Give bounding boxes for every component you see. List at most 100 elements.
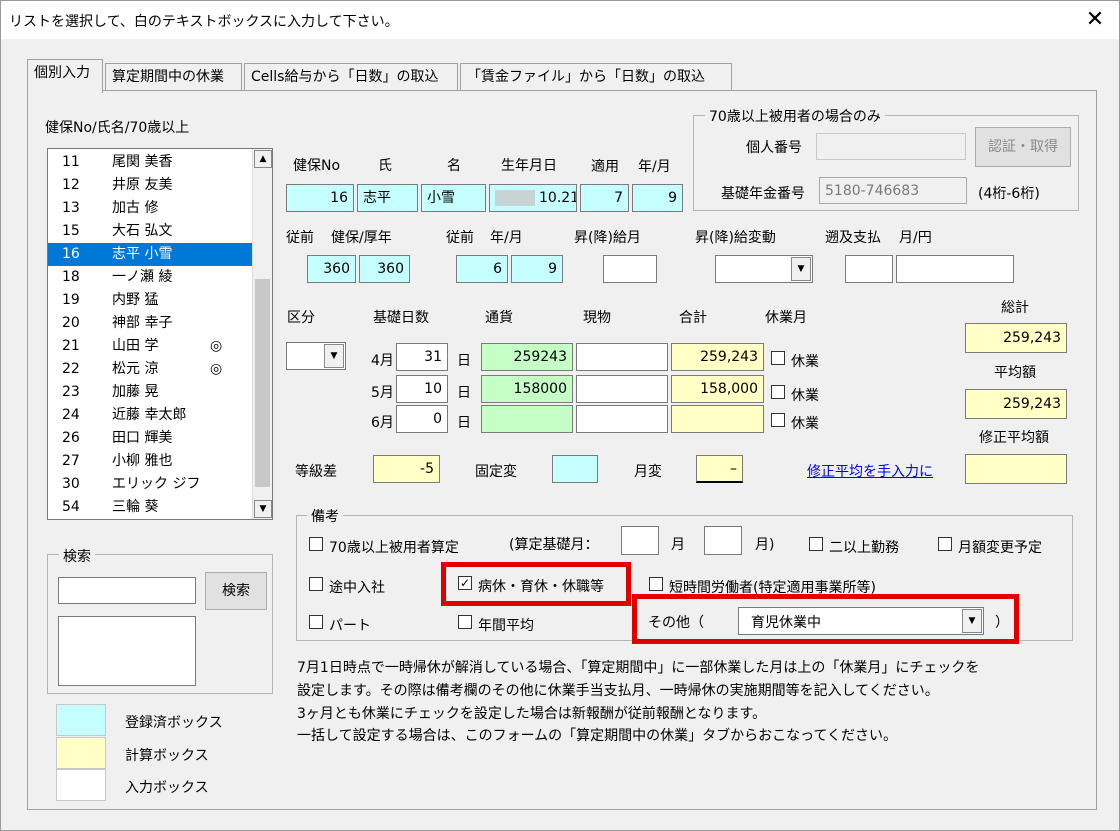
search-button[interactable]: 検索 xyxy=(205,572,267,610)
list-item[interactable]: 54 三輪 葵 xyxy=(48,496,253,519)
sick-leave-checkbox[interactable]: ✓ xyxy=(458,576,472,590)
tab-label: 「賃金ファイル」から「日数」の取込 xyxy=(467,69,705,85)
list-item[interactable]: 18 一ノ瀬 綾 xyxy=(48,266,253,289)
pension-no-field[interactable]: 5180-746683 xyxy=(819,177,967,204)
note-line: 一括して設定する場合は、このフォームの「算定期間中の休業」タブからおこなってくだ… xyxy=(297,728,898,744)
tab-import-cells[interactable]: Cells給与から「日数」の取込 xyxy=(244,63,458,91)
list-item-no: 16 xyxy=(62,246,80,262)
adj-average-field[interactable] xyxy=(965,454,1067,484)
search-results-box[interactable] xyxy=(58,616,196,686)
base-month-input-1[interactable] xyxy=(621,526,659,555)
month-label: 5月 xyxy=(371,385,394,401)
list-item-no: 22 xyxy=(62,361,80,377)
scroll-thumb[interactable] xyxy=(255,279,270,487)
list-item[interactable]: 15 大石 弘文 xyxy=(48,220,253,243)
leave-checkbox-label: 休業 xyxy=(791,354,819,370)
auth-get-button[interactable]: 認証・取得 xyxy=(975,127,1071,167)
kenpo-kosei-header: 健保/厚年 xyxy=(331,230,392,246)
grade-diff-label: 等級差 xyxy=(295,464,337,480)
goods-input[interactable] xyxy=(576,405,668,433)
chevron-down-icon[interactable]: ▼ xyxy=(962,609,982,633)
legend-swatch-registered xyxy=(56,704,106,736)
multi-work-checkbox[interactable] xyxy=(809,537,823,551)
monthly-change-checkbox[interactable] xyxy=(938,537,952,551)
chevron-down-icon[interactable]: ▼ xyxy=(791,257,811,281)
list-item[interactable]: 11 尾関 美香 xyxy=(48,151,253,174)
tab-leave-during-period[interactable]: 算定期間中の休業 xyxy=(105,63,242,91)
list-item-name: エリック ジフ xyxy=(112,476,201,492)
list-item[interactable]: 22 松元 涼 ◎ xyxy=(48,358,253,381)
leave-checkbox[interactable] xyxy=(771,385,785,399)
part-label: パート xyxy=(329,618,371,634)
kubun-select[interactable]: ▼ xyxy=(286,342,346,370)
first-name-field: 小雪 xyxy=(421,184,486,212)
cash-input[interactable]: 259243 xyxy=(481,343,573,371)
days-input[interactable]: 0 xyxy=(396,405,448,433)
other-select-value: 育児休業中 xyxy=(751,615,821,631)
part-checkbox[interactable] xyxy=(309,615,323,629)
over70-group-title: 70歳以上被用者の場合のみ xyxy=(705,106,885,126)
raise-change-select[interactable]: ▼ xyxy=(715,255,813,283)
list-item[interactable]: 24 近藤 幸太郎 xyxy=(48,404,253,427)
list-item-over70-mark: ◎ xyxy=(210,338,223,354)
list-item[interactable]: 13 加古 修 xyxy=(48,197,253,220)
list-item-no: 12 xyxy=(62,177,80,193)
raise-change-header: 昇(降)給変動 xyxy=(695,230,776,246)
grand-total-field: 259,243 xyxy=(965,323,1067,353)
total-field xyxy=(671,405,764,433)
prev-kosei-field: 360 xyxy=(359,255,410,283)
list-item[interactable]: 20 神部 幸子 xyxy=(48,312,253,335)
average-field: 259,243 xyxy=(965,389,1067,419)
list-item[interactable]: 21 山田 学 ◎ xyxy=(48,335,253,358)
legend-swatch-input xyxy=(56,769,106,801)
goods-input[interactable] xyxy=(576,343,668,371)
manual-average-link[interactable]: 修正平均を手入力に xyxy=(807,461,933,481)
list-item-no: 23 xyxy=(62,384,80,400)
scroll-up-icon[interactable]: ▲ xyxy=(254,150,272,168)
list-item-no: 13 xyxy=(62,200,80,216)
tab-label: 個別入力 xyxy=(34,65,90,81)
note-line: 3ヶ月とも休業にチェックを設定した場合は新報酬が従前報酬となります。 xyxy=(297,706,767,722)
list-item[interactable]: 16 志平 小雪 xyxy=(48,243,253,266)
pension-no-hint: (4桁-6桁) xyxy=(978,186,1040,202)
cash-input[interactable]: 158000 xyxy=(481,375,573,403)
employee-listbox[interactable]: 11 尾関 美香 12 井原 友美 13 加古 修 15 大石 弘文 16 志平 小雪 18 一ノ瀬 … xyxy=(47,148,273,520)
mid-join-label: 途中入社 xyxy=(329,580,385,596)
prev-label: 従前 xyxy=(286,230,314,246)
annual-average-checkbox[interactable] xyxy=(458,615,472,629)
days-input[interactable]: 31 xyxy=(396,343,448,371)
goods-input[interactable] xyxy=(576,375,668,403)
tab-individual-input[interactable]: 個別入力 xyxy=(27,59,103,93)
retro-month-input[interactable] xyxy=(845,255,893,283)
tab-import-wage-file[interactable]: 「賃金ファイル」から「日数」の取込 xyxy=(460,63,732,91)
list-item[interactable]: 26 田口 輝美 xyxy=(48,427,253,450)
retro-yen-input[interactable] xyxy=(896,255,1014,283)
list-item-no: 54 xyxy=(62,499,80,515)
days-input[interactable]: 10 xyxy=(396,375,448,403)
list-item-no: 21 xyxy=(62,338,80,354)
list-item-name: 尾関 美香 xyxy=(112,154,173,170)
over70-calc-checkbox[interactable] xyxy=(309,537,323,551)
close-icon[interactable]: ✕ xyxy=(1081,6,1109,34)
short-time-checkbox[interactable] xyxy=(649,577,663,591)
scroll-down-icon[interactable]: ▼ xyxy=(254,500,272,518)
leave-checkbox[interactable] xyxy=(771,351,785,365)
cash-input[interactable] xyxy=(481,405,573,433)
list-item[interactable]: 19 内野 猛 xyxy=(48,289,253,312)
search-input[interactable] xyxy=(58,577,196,604)
personal-no-field[interactable] xyxy=(816,133,966,160)
chevron-down-icon[interactable]: ▼ xyxy=(324,344,344,368)
mid-join-checkbox[interactable] xyxy=(309,577,323,591)
leave-checkbox[interactable] xyxy=(771,413,785,427)
raise-month-input[interactable] xyxy=(603,255,657,283)
leave-checkbox-label: 休業 xyxy=(791,388,819,404)
list-item[interactable]: 23 加藤 晃 xyxy=(48,381,253,404)
list-item-name: 志平 小雪 xyxy=(112,246,173,262)
base-month-input-2[interactable] xyxy=(704,526,742,555)
list-item[interactable]: 12 井原 友美 xyxy=(48,174,253,197)
list-item[interactable]: 30 エリック ジフ xyxy=(48,473,253,496)
list-scrollbar[interactable]: ▲ ▼ xyxy=(252,149,272,519)
base-month-label: (算定基礎月： xyxy=(509,537,599,553)
list-item[interactable]: 27 小柳 雅也 xyxy=(48,450,253,473)
other-select[interactable]: 育児休業中 ▼ xyxy=(738,607,984,635)
